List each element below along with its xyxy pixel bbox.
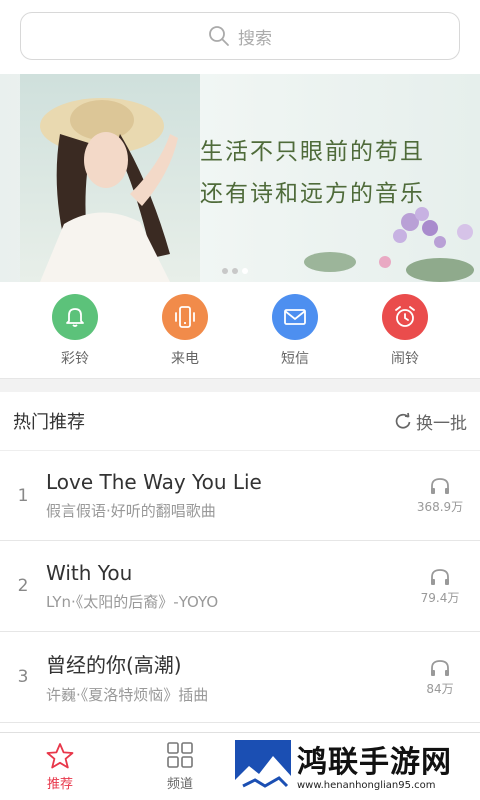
grid-icon bbox=[167, 741, 193, 768]
carousel-dot[interactable] bbox=[232, 268, 238, 274]
search-bar: 搜索 bbox=[0, 0, 480, 74]
phone-vibrate-icon bbox=[175, 306, 195, 328]
hot-section-header: 热门推荐 换一批 bbox=[0, 392, 480, 450]
play-count: 79.4万 bbox=[400, 567, 480, 606]
banner-photo bbox=[20, 74, 200, 282]
shortcut-ringback[interactable]: 彩铃 bbox=[45, 294, 105, 378]
shortcut-alarm[interactable]: 闹铃 bbox=[375, 294, 435, 378]
song-row[interactable]: 2 With You LYn·《太阳的后裔》-YOYO 79.4万 bbox=[0, 541, 480, 632]
play-count-value: 79.4万 bbox=[420, 590, 460, 605]
shortcut-alarm-circle bbox=[382, 294, 428, 340]
refresh-label: 换一批 bbox=[416, 413, 467, 434]
refresh-icon bbox=[395, 412, 411, 429]
shortcut-label: 短信 bbox=[281, 351, 309, 367]
shortcut-call-circle bbox=[162, 294, 208, 340]
shortcut-incoming-call[interactable]: 来电 bbox=[155, 294, 215, 378]
shortcut-sms[interactable]: 短信 bbox=[265, 294, 325, 378]
search-icon bbox=[209, 26, 229, 46]
tab-channels[interactable]: 频道 bbox=[120, 733, 240, 800]
play-count: 84万 bbox=[400, 658, 480, 697]
refresh-button[interactable]: 换一批 bbox=[393, 409, 467, 434]
play-count-value: 368.9万 bbox=[416, 500, 464, 514]
shortcut-ringback-circle bbox=[52, 294, 98, 340]
shortcut-label: 闹铃 bbox=[391, 351, 419, 367]
song-title: 曾经的你(高潮) bbox=[46, 653, 182, 677]
headphones-icon bbox=[431, 478, 449, 494]
watermark-url: www.henanhonglian95.com bbox=[297, 779, 436, 791]
banner[interactable]: 生活不只眼前的苟且 还有诗和远方的音乐 bbox=[0, 74, 480, 282]
play-count: 368.9万 bbox=[400, 476, 480, 515]
search-placeholder: 搜索 bbox=[238, 28, 272, 49]
headphones-icon bbox=[431, 568, 449, 585]
song-title: With You bbox=[46, 560, 133, 585]
song-title: Love The Way You Lie bbox=[46, 470, 262, 494]
shortcut-label: 彩铃 bbox=[61, 351, 89, 367]
song-row[interactable]: 1 Love The Way You Lie 假言假语·好听的翻唱歌曲 368.… bbox=[0, 450, 480, 541]
headphones-icon bbox=[431, 659, 449, 676]
song-rank: 2 bbox=[17, 576, 29, 596]
search-input[interactable]: 搜索 bbox=[20, 12, 460, 60]
tab-recommend[interactable]: 推荐 bbox=[0, 733, 120, 800]
song-subtitle: 许巍·《夏洛特烦恼》插曲 bbox=[46, 686, 209, 704]
song-row[interactable]: 3 曾经的你(高潮) 许巍·《夏洛特烦恼》插曲 84万 bbox=[0, 632, 480, 723]
category-shortcuts: 彩铃 来电 短信 闹铃 bbox=[0, 282, 480, 378]
song-subtitle: LYn·《太阳的后裔》-YOYO bbox=[46, 592, 219, 611]
watermark: 鸿联手游网 www.henanhonglian95.com bbox=[233, 736, 480, 800]
shortcut-label: 来电 bbox=[171, 351, 199, 367]
hot-section-title: 热门推荐 bbox=[13, 412, 85, 433]
tab-label: 推荐 bbox=[46, 776, 73, 792]
watermark-logo bbox=[235, 740, 291, 796]
envelope-icon bbox=[284, 309, 306, 325]
tab-label: 频道 bbox=[166, 776, 193, 792]
flowers-decoration bbox=[304, 207, 474, 282]
song-rank: 1 bbox=[17, 485, 29, 506]
banner-line-1: 生活不只眼前的苟且 bbox=[200, 139, 425, 165]
carousel-dot-active[interactable] bbox=[242, 268, 248, 274]
song-rank: 3 bbox=[17, 667, 29, 687]
bell-icon bbox=[66, 308, 84, 327]
alarm-clock-icon bbox=[395, 306, 415, 327]
carousel-indicator[interactable] bbox=[222, 268, 248, 274]
shortcut-sms-circle bbox=[272, 294, 318, 340]
carousel-dot[interactable] bbox=[222, 268, 228, 274]
section-divider bbox=[0, 378, 480, 392]
star-icon bbox=[46, 742, 74, 768]
play-count-value: 84万 bbox=[426, 681, 454, 696]
watermark-name: 鸿联手游网 bbox=[297, 744, 452, 780]
song-subtitle: 假言假语·好听的翻唱歌曲 bbox=[46, 502, 216, 520]
